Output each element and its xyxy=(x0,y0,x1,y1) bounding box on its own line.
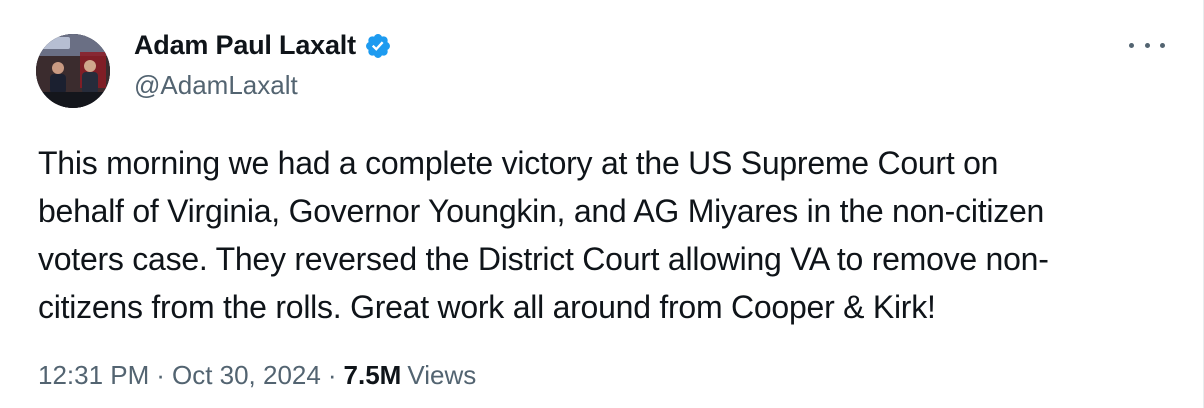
meta-separator: · xyxy=(156,360,165,390)
more-dot xyxy=(1160,42,1165,48)
tweet-date-link[interactable]: Oct 30, 2024 xyxy=(172,360,321,391)
more-dot xyxy=(1129,42,1134,48)
verified-badge-icon[interactable] xyxy=(364,32,392,60)
tweet-text-line: behalf of Virginia, Governor Youngkin, a… xyxy=(38,193,1045,229)
tweet-time-link[interactable]: 12:31 PM xyxy=(38,360,149,391)
meta-separator: · xyxy=(327,360,337,390)
tweet-text-line: This morning we had a complete victory a… xyxy=(38,145,999,181)
tweet-card: Adam Paul Laxalt @AdamLaxalt This mornin… xyxy=(0,0,1204,408)
more-options-icon[interactable] xyxy=(1129,32,1165,58)
author-handle[interactable]: @AdamLaxalt xyxy=(134,70,298,101)
author-row: Adam Paul Laxalt xyxy=(134,30,392,61)
more-dot xyxy=(1144,42,1150,48)
author-display-name[interactable]: Adam Paul Laxalt xyxy=(134,30,356,61)
tweet-meta: 12:31 PM · Oct 30, 2024 · 7.5M Views xyxy=(38,360,476,391)
profile-photo-icon xyxy=(36,34,110,108)
views-count[interactable]: 7.5M xyxy=(344,360,402,391)
avatar[interactable] xyxy=(36,34,110,108)
tweet-text-line: citizens from the rolls. Great work all … xyxy=(38,289,936,325)
tweet-text-line: voters case. They reversed the District … xyxy=(38,241,1049,277)
views-label: Views xyxy=(407,360,477,390)
tweet-text: This morning we had a complete victory a… xyxy=(38,139,1168,331)
